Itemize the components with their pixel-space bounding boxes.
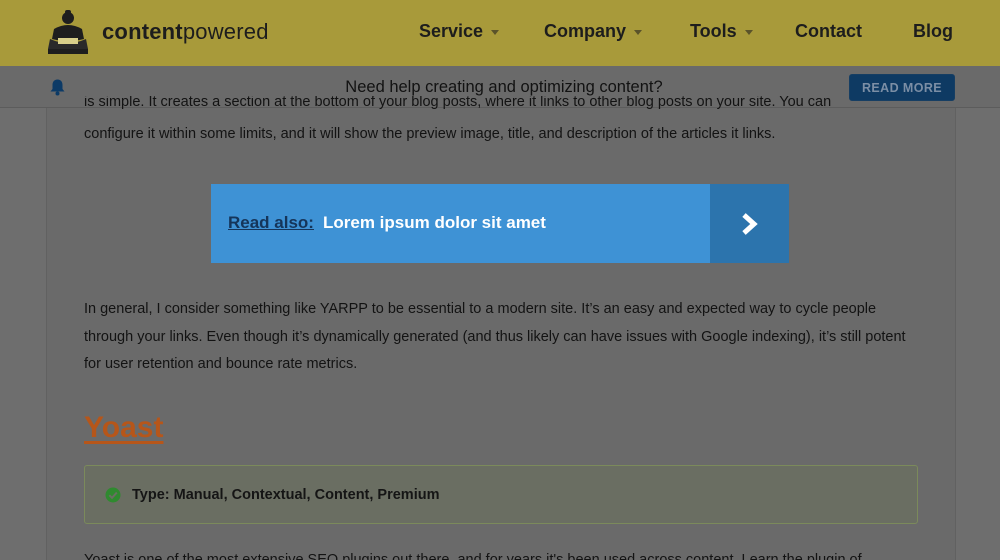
nav-contact-label: Contact: [795, 21, 862, 41]
nav-company-label: Company: [544, 21, 627, 41]
brand-light: powered: [182, 19, 269, 44]
type-info-text: Type: Manual, Contextual, Content, Premi…: [132, 487, 440, 503]
read-also-title[interactable]: Lorem ipsum dolor sit amet: [323, 213, 546, 233]
intro-paragraph: configure it within some limits, and it …: [84, 126, 776, 142]
yarpp-paragraph: In general, I consider something like YA…: [84, 301, 906, 372]
section-heading-yoast[interactable]: Yoast: [84, 411, 163, 445]
intro-cut-text: is simple. It creates a section at the b…: [84, 96, 832, 110]
chevron-right-icon: [742, 213, 758, 235]
nav-tools[interactable]: Tools: [690, 21, 753, 42]
caret-down-icon: [491, 30, 500, 35]
nav-service[interactable]: Service: [419, 21, 500, 42]
bottom-cut-text: Yoast is one of the most extensive SEO p…: [84, 552, 862, 560]
type-info-box: Type: Manual, Contextual, Content, Premi…: [84, 465, 918, 524]
brand-bold: content: [102, 19, 183, 44]
site-header: contentpowered Service Company Tools Con…: [0, 0, 1000, 66]
sumo-logo-icon[interactable]: [46, 9, 90, 55]
bottom-cut-wrapper: Yoast is one of the most extensive SEO p…: [84, 552, 914, 560]
intro-cut-wrapper: is simple. It creates a section at the b…: [84, 96, 914, 110]
caret-down-icon: [634, 30, 643, 35]
read-also-arrow-button[interactable]: [710, 184, 789, 263]
caret-down-icon: [744, 30, 753, 35]
check-circle-icon: [105, 487, 121, 503]
nav-service-label: Service: [419, 21, 484, 41]
read-also-label[interactable]: Read also:: [228, 213, 314, 233]
read-also-box[interactable]: Read also: Lorem ipsum dolor sit amet: [211, 184, 789, 263]
nav-tools-label: Tools: [690, 21, 737, 41]
nav-blog-label: Blog: [913, 21, 953, 41]
brand-name[interactable]: contentpowered: [102, 19, 269, 45]
nav-contact[interactable]: Contact: [795, 21, 862, 42]
nav-blog[interactable]: Blog: [913, 21, 953, 42]
nav-company[interactable]: Company: [544, 21, 643, 42]
